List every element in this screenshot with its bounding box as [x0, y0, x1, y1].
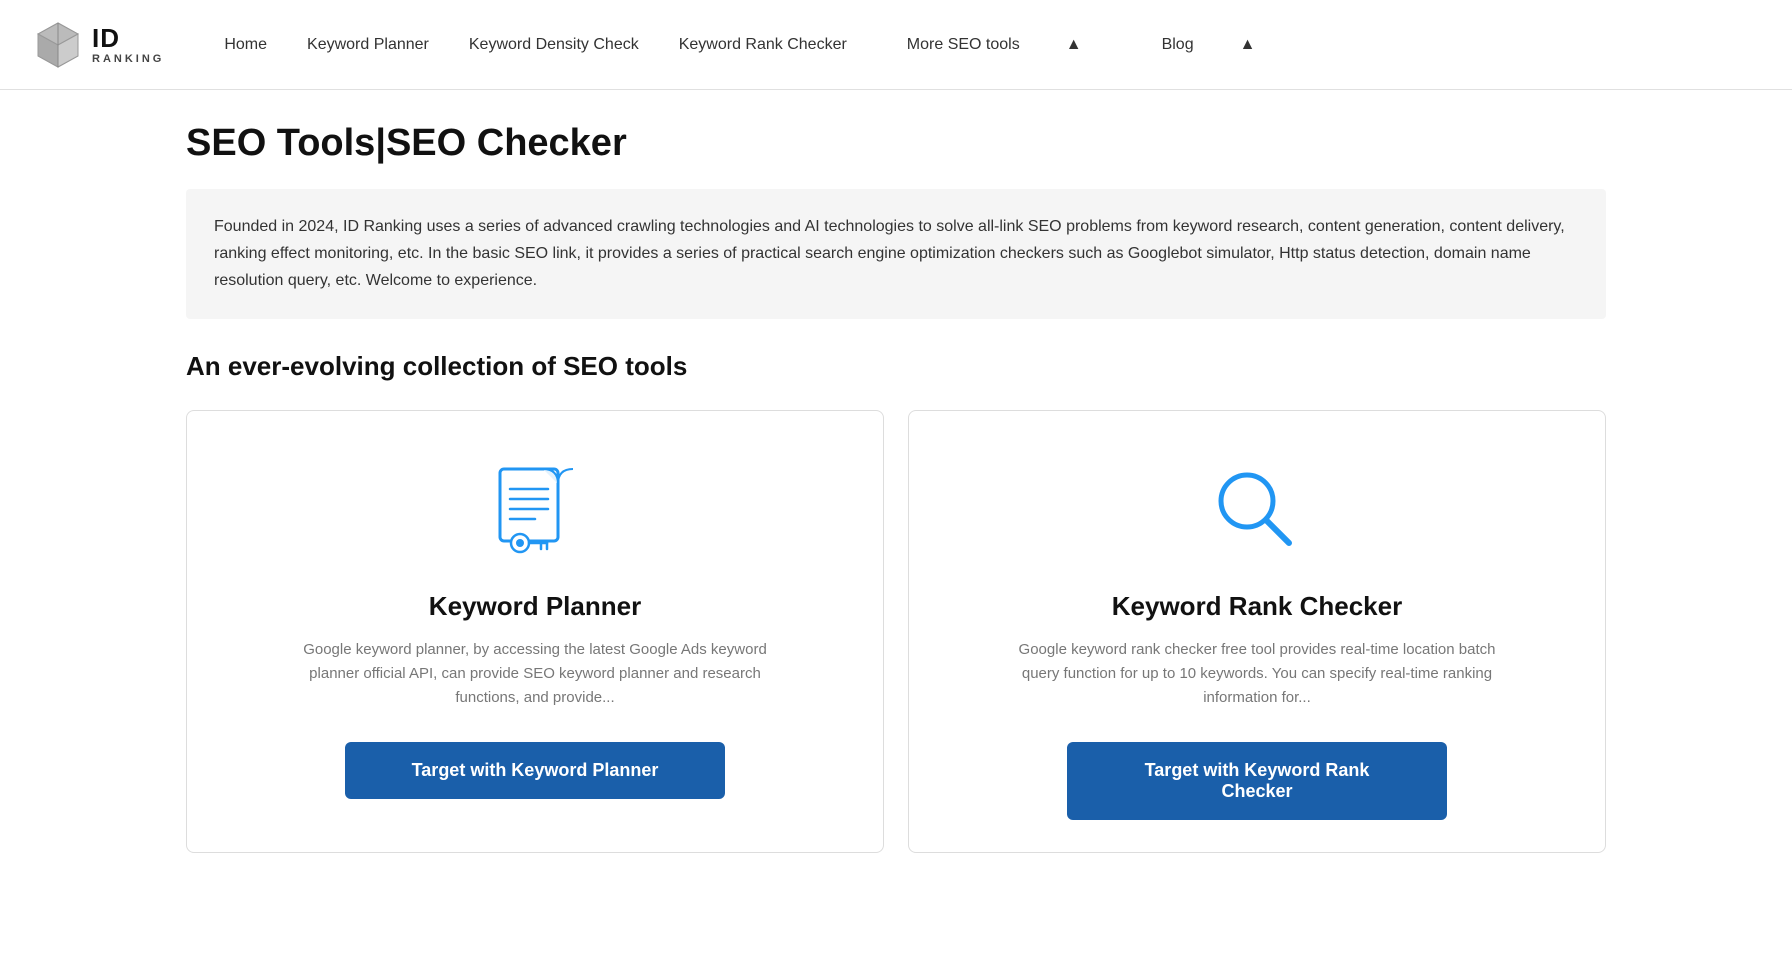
nav-link-keyword-density[interactable]: Keyword Density Check: [449, 28, 659, 62]
card-keyword-planner-description: Google keyword planner, by accessing the…: [295, 638, 775, 710]
logo-ranking: RANKING: [92, 53, 164, 65]
card-keyword-planner: Keyword Planner Google keyword planner, …: [186, 410, 884, 853]
logo-icon: [32, 19, 84, 71]
navbar: ID RANKING Home Keyword Planner Keyword …: [0, 0, 1792, 90]
nav-item-blog[interactable]: Blog ▲: [1122, 20, 1296, 70]
main-content: SEO Tools|SEO Checker Founded in 2024, I…: [146, 90, 1646, 885]
logo-link[interactable]: ID RANKING: [32, 19, 164, 71]
description-box: Founded in 2024, ID Ranking uses a serie…: [186, 189, 1606, 319]
keyword-planner-button[interactable]: Target with Keyword Planner: [345, 742, 725, 799]
card-keyword-planner-title: Keyword Planner: [429, 591, 641, 622]
card-keyword-rank-checker-title: Keyword Rank Checker: [1112, 591, 1402, 622]
nav-link-keyword-rank[interactable]: Keyword Rank Checker: [659, 28, 867, 62]
nav-link-more-seo[interactable]: More SEO tools ▲: [867, 20, 1122, 70]
nav-item-keyword-rank[interactable]: Keyword Rank Checker: [659, 28, 867, 62]
logo-text: ID RANKING: [92, 24, 164, 65]
nav-item-home[interactable]: Home: [204, 28, 287, 62]
keyword-rank-checker-button[interactable]: Target with Keyword Rank Checker: [1067, 742, 1447, 820]
page-title: SEO Tools|SEO Checker: [186, 122, 1606, 165]
more-seo-caret-icon: ▲: [1046, 28, 1102, 62]
nav-item-keyword-density[interactable]: Keyword Density Check: [449, 28, 659, 62]
nav-item-keyword-planner[interactable]: Keyword Planner: [287, 28, 449, 62]
blog-caret-icon: ▲: [1220, 28, 1276, 62]
nav-item-more-seo[interactable]: More SEO tools ▲: [867, 20, 1122, 70]
keyword-rank-checker-icon: [1197, 451, 1317, 571]
nav-link-home[interactable]: Home: [204, 28, 287, 62]
card-keyword-rank-checker: Keyword Rank Checker Google keyword rank…: [908, 410, 1606, 853]
section-title: An ever-evolving collection of SEO tools: [186, 351, 1606, 382]
nav-link-blog[interactable]: Blog ▲: [1122, 20, 1296, 70]
logo-id: ID: [92, 24, 164, 53]
cards-grid: Keyword Planner Google keyword planner, …: [186, 410, 1606, 853]
nav-link-keyword-planner[interactable]: Keyword Planner: [287, 28, 449, 62]
nav-links: Home Keyword Planner Keyword Density Che…: [204, 20, 1295, 70]
card-keyword-rank-checker-description: Google keyword rank checker free tool pr…: [1017, 638, 1497, 710]
keyword-planner-icon: [475, 451, 595, 571]
description-text: Founded in 2024, ID Ranking uses a serie…: [214, 213, 1578, 295]
